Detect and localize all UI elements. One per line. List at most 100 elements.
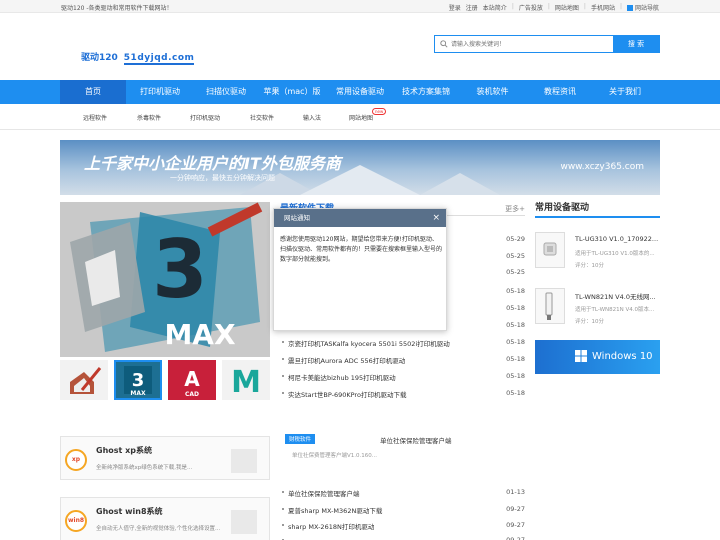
main-nav: 首页 打印机驱动 扫描仪驱动 苹果（mac）版 常用设备驱动 技术方案集锦 装机… (0, 80, 720, 104)
thumb-autocad-label: CAD (185, 391, 199, 398)
nav-item-mac[interactable]: 苹果（mac）版 (259, 80, 325, 104)
driver-desc: 适用于TL-WN821N V4.0版本... (575, 307, 655, 313)
driver-thumb (535, 232, 565, 268)
autocad-icon: A CAD (184, 367, 200, 398)
windows-logo-icon (575, 350, 587, 362)
sketchup-icon (70, 367, 102, 394)
thumb-maya-letter: M (231, 365, 261, 400)
nav-item-install[interactable]: 装机软件 (465, 80, 520, 104)
ghost-title: Ghost xp系统 (96, 446, 153, 455)
nav-item-printer[interactable]: 打印机驱动 (131, 80, 189, 104)
ghost-win8-card[interactable]: win8 Ghost win8系统 全自动无人值守,全新的视觉体验,个性化选择设… (60, 497, 270, 540)
subnav-sitemap[interactable]: 网站地图 (349, 113, 373, 122)
site-nav-label: 网站导航 (634, 5, 659, 12)
site-logo[interactable]: 驱动120 51dyjqd.com (81, 50, 195, 65)
featured-desc: 单位社保费管理客户端V1.0.160... (292, 453, 378, 459)
close-icon[interactable]: × (432, 212, 440, 224)
ghost-xp-card[interactable]: xp Ghost xp系统 全新纯净版系统xp绿色系统下载,我是... (60, 436, 270, 480)
bullet (282, 358, 284, 360)
driver-score: 评分：10分 (575, 319, 604, 325)
item-date: 05-18 (506, 372, 525, 380)
nav-item-about[interactable]: 关于我们 (600, 80, 650, 104)
driver-desc: 适用于TL-UG310 V1.0版本的... (575, 251, 655, 257)
subnav-printer[interactable]: 打印机驱动 (190, 113, 220, 122)
site-nav-link[interactable]: 网站导航 (626, 3, 659, 12)
bullet (282, 491, 284, 493)
win8-logo-icon: win8 (65, 510, 87, 532)
item-name: 京瓷打印机TASKalfa kyocera 5501i 5502i打印机驱动 (288, 340, 450, 348)
item-date: 05-18 (506, 389, 525, 397)
list-item[interactable]: 实达Start世BP-690KPro打印机驱动下载 05-18 (280, 387, 525, 399)
featured-title: 单位社保保险管理客户端 (380, 437, 452, 445)
list-item[interactable]: sharp MX-2618N打印机驱动 09-27 (280, 519, 525, 531)
nav-item-scanner[interactable]: 扫描仪驱动 (197, 80, 255, 104)
item-date: 05-18 (506, 287, 525, 295)
device-drivers-title: 常用设备驱动 (535, 200, 660, 218)
item-date: 05-18 (506, 304, 525, 312)
ghost-title: Ghost win8系统 (96, 507, 163, 516)
list-item[interactable]: 09-27 (280, 534, 525, 540)
nav-item-solutions[interactable]: 技术方案集锦 (395, 80, 457, 104)
nav-item-devices[interactable]: 常用设备驱动 (330, 80, 390, 104)
item-date: 09-27 (506, 521, 525, 529)
divider: | (619, 3, 622, 10)
ad-banner[interactable]: 上千家中小企业用户的IT外包服务商 一分钟响应，最快五分钟解决问题 www.xc… (60, 140, 660, 195)
featured-item[interactable]: 财税软件 单位社保保险管理客户端 单位社保费管理客户端V1.0.160... (280, 430, 525, 475)
list-item[interactable]: 柯尼卡美能达bizhub 195打印机驱动 05-18 (280, 370, 525, 382)
divider: | (547, 3, 550, 10)
item-name: 柯尼卡美能达bizhub 195打印机驱动 (288, 374, 396, 382)
top-bar: 驱动120 -各类驱动和常用软件下载网站！ 登录 注册 本站简介 | 广告投放 … (0, 0, 720, 13)
windows-flag-icon (231, 510, 257, 534)
search-icon (440, 40, 448, 48)
driver-title: TL-UG310 V1.0_170922... (575, 235, 659, 243)
list-item[interactable]: 夏普sharp MX-M362N驱动下载 09-27 (280, 503, 525, 515)
thumb-maya[interactable]: M (222, 360, 270, 400)
subnav-remote[interactable]: 远程软件 (83, 113, 107, 122)
mobile-link[interactable]: 手机网站 (591, 3, 615, 12)
subnav-social[interactable]: 社交软件 (250, 113, 274, 122)
win8-logo-text: win8 (67, 517, 85, 524)
item-date: 05-18 (506, 338, 525, 346)
thumb-sketchup[interactable] (60, 360, 108, 400)
ads-link[interactable]: 广告投放 (519, 3, 543, 12)
subnav-input[interactable]: 输入法 (303, 113, 321, 122)
search-input[interactable] (451, 36, 611, 52)
driver-title: TL-WN821N V4.0无线网... (575, 293, 656, 301)
item-date: 05-25 (506, 268, 525, 276)
search-box: 搜 索 (434, 35, 660, 53)
driver-card[interactable]: TL-WN821N V4.0无线网... 适用于TL-WN821N V4.0版本… (535, 288, 660, 332)
about-link[interactable]: 本站简介 (483, 3, 507, 12)
ghost-desc: 全自动无人值守,全新的视觉体验,个性化选择设置... (96, 526, 221, 532)
xp-logo-text: xp (71, 456, 81, 463)
list-item[interactable]: 京瓷打印机TASKalfa kyocera 5501i 5502i打印机驱动 05… (280, 336, 525, 348)
register-link[interactable]: 注册 (466, 3, 478, 12)
divider: | (511, 3, 514, 10)
sitemap-link[interactable]: 网站地图 (555, 3, 579, 12)
bullet (282, 524, 284, 526)
new-badge: new (372, 108, 387, 115)
site-slogan: 驱动120 -各类驱动和常用软件下载网站！ (61, 5, 173, 12)
thumb-autocad[interactable]: A CAD (168, 360, 216, 400)
subnav-antivirus[interactable]: 杀毒软件 (137, 113, 161, 122)
search-button[interactable]: 搜 索 (613, 36, 659, 52)
sub-nav: 远程软件 杀毒软件 打印机驱动 社交软件 输入法 网站地图 new (0, 104, 720, 130)
banner-mountain (420, 173, 500, 195)
item-name: 实达Start世BP-690KPro打印机驱动下载 (288, 391, 407, 399)
featured-software-image[interactable]: 3 MAX (60, 202, 270, 357)
more-link[interactable]: 更多+ (505, 204, 525, 214)
grid-icon (626, 5, 633, 11)
driver-card[interactable]: TL-UG310 V1.0_170922... 适用于TL-UG310 V1.0… (535, 232, 660, 276)
nav-item-tutorials[interactable]: 教程资讯 (535, 80, 585, 104)
thumb-3dsmax[interactable]: 3 MAX (114, 360, 162, 400)
maya-icon: M (231, 365, 261, 400)
list-item[interactable]: 单位社保保险管理客户端 01-13 (280, 486, 525, 498)
nav-item-home[interactable]: 首页 (60, 80, 126, 104)
bigpic-label: MAX (164, 318, 236, 351)
list-item[interactable]: 震旦打印机Aurora ADC 556打印机驱动 05-18 (280, 353, 525, 365)
login-link[interactable]: 登录 (449, 3, 461, 12)
windows10-promo[interactable]: Windows 10 (535, 340, 660, 374)
dialog-message: 感谢您使用驱动120网站，期望给您带来方便!打印机驱动、扫描仪驱动、常用软件都有… (280, 236, 443, 263)
item-date: 09-27 (506, 505, 525, 513)
item-date: 09-27 (506, 536, 525, 540)
bullet (282, 392, 284, 394)
